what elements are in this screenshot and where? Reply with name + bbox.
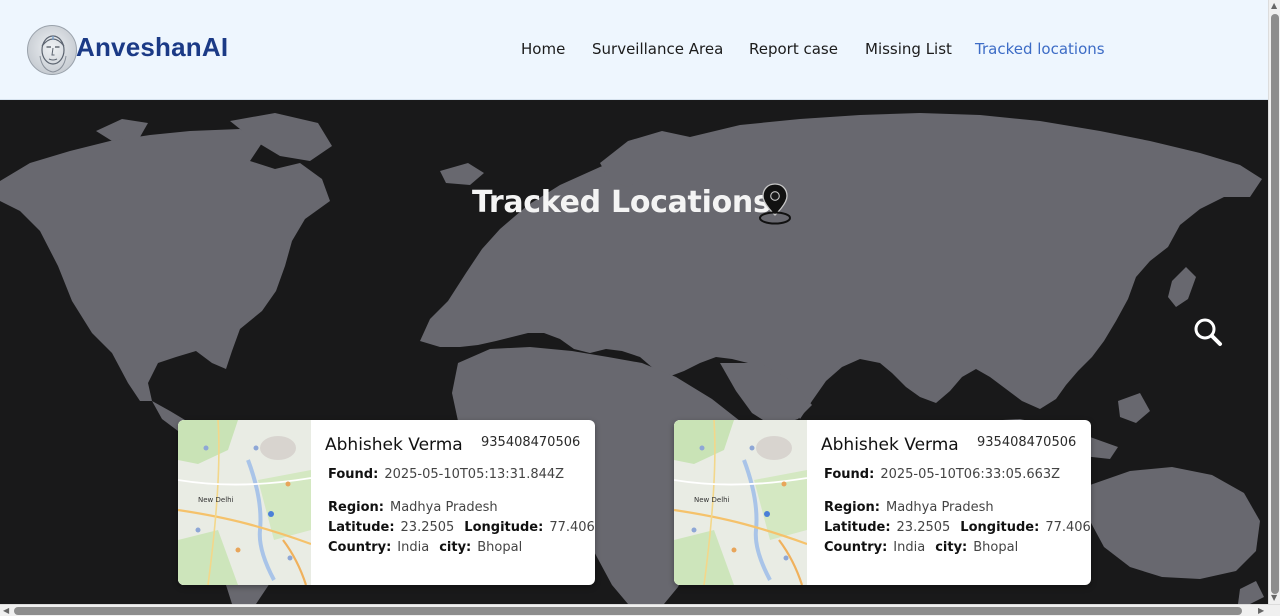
face-sketch-logo-icon[interactable]	[27, 25, 77, 75]
coordinates-row: Latitude: 23.2505 Longitude: 77.4065	[824, 520, 1091, 535]
person-id: 935408470506	[481, 435, 581, 450]
nav-tracked-locations[interactable]: Tracked locations	[975, 40, 1105, 58]
latitude-label: Latitude:	[328, 520, 395, 535]
card-body: Abhishek Verma 935408470506 Found: 2025-0…	[807, 420, 1091, 585]
coordinates-row: Latitude: 23.2505 Longitude: 77.4065	[328, 520, 595, 535]
city-value: Bhopal	[477, 540, 523, 555]
country-value: India	[397, 540, 430, 555]
found-value: 2025-05-10T05:13:31.844Z	[384, 467, 565, 482]
found-value: 2025-05-10T06:33:05.663Z	[880, 467, 1061, 482]
location-pin-icon	[759, 183, 791, 225]
city-label: city:	[935, 540, 968, 555]
map-thumbnail: New Delhi	[178, 420, 311, 585]
found-row: Found: 2025-05-10T06:33:05.663Z	[824, 467, 1060, 482]
person-id: 935408470506	[977, 435, 1077, 450]
nav-home[interactable]: Home	[521, 40, 565, 58]
tracked-location-card[interactable]: New Delhi Abhishek Verma 935408470506 Fo…	[674, 420, 1091, 585]
tracked-location-card[interactable]: New Delhi Abhishek Verma 935408470506 Fo…	[178, 420, 595, 585]
longitude-label: Longitude:	[960, 520, 1040, 535]
city-value: Bhopal	[973, 540, 1019, 555]
found-label: Found:	[328, 467, 379, 482]
map-thumbnail: New Delhi	[674, 420, 807, 585]
card-body: Abhishek Verma 935408470506 Found: 2025-0…	[311, 420, 595, 585]
location-row: Country: India city: Bhopal	[328, 540, 522, 555]
nav-missing-list[interactable]: Missing List	[865, 40, 952, 58]
region-value: Madhya Pradesh	[389, 500, 498, 515]
latitude-label: Latitude:	[824, 520, 891, 535]
country-label: Country:	[824, 540, 888, 555]
region-label: Region:	[328, 500, 384, 515]
horizontal-scroll-thumb[interactable]	[14, 607, 1242, 615]
map-city-label: New Delhi	[198, 496, 234, 504]
location-row: Country: India city: Bhopal	[824, 540, 1018, 555]
country-value: India	[893, 540, 926, 555]
search-icon[interactable]	[1193, 317, 1223, 347]
longitude-value: 77.4065	[1045, 520, 1091, 535]
region-row: Region: Madhya Pradesh	[328, 500, 498, 515]
scroll-down-icon[interactable]: ▼	[1271, 594, 1277, 602]
vertical-scroll-thumb[interactable]	[1271, 14, 1279, 594]
page-title: Tracked Locations	[472, 185, 771, 220]
latitude-value: 23.2505	[896, 520, 951, 535]
scroll-left-icon[interactable]: ◀	[3, 607, 9, 615]
longitude-label: Longitude:	[464, 520, 544, 535]
region-label: Region:	[824, 500, 880, 515]
nav-report-case[interactable]: Report case	[749, 40, 838, 58]
region-row: Region: Madhya Pradesh	[824, 500, 994, 515]
brand-name[interactable]: AnveshanAI	[76, 32, 228, 63]
region-value: Madhya Pradesh	[885, 500, 994, 515]
person-name: Abhishek Verma	[821, 435, 959, 455]
scroll-right-icon[interactable]: ▶	[1258, 607, 1264, 615]
nav-surveillance-area[interactable]: Surveillance Area	[592, 40, 723, 58]
hero-section: Tracked Locations New Delhi Abhishek Ver…	[0, 101, 1268, 604]
horizontal-scrollbar[interactable]: ◀ ▶	[0, 604, 1280, 616]
top-navbar: AnveshanAI Home Surveillance Area Report…	[0, 0, 1268, 100]
found-label: Found:	[824, 467, 875, 482]
map-city-label: New Delhi	[694, 496, 730, 504]
person-name: Abhishek Verma	[325, 435, 463, 455]
found-row: Found: 2025-05-10T05:13:31.844Z	[328, 467, 564, 482]
city-label: city:	[439, 540, 472, 555]
vertical-scrollbar[interactable]: ▲ ▼	[1268, 0, 1280, 604]
longitude-value: 77.4065	[549, 520, 595, 535]
scroll-up-icon[interactable]: ▲	[1271, 2, 1277, 10]
country-label: Country:	[328, 540, 392, 555]
latitude-value: 23.2505	[400, 520, 455, 535]
